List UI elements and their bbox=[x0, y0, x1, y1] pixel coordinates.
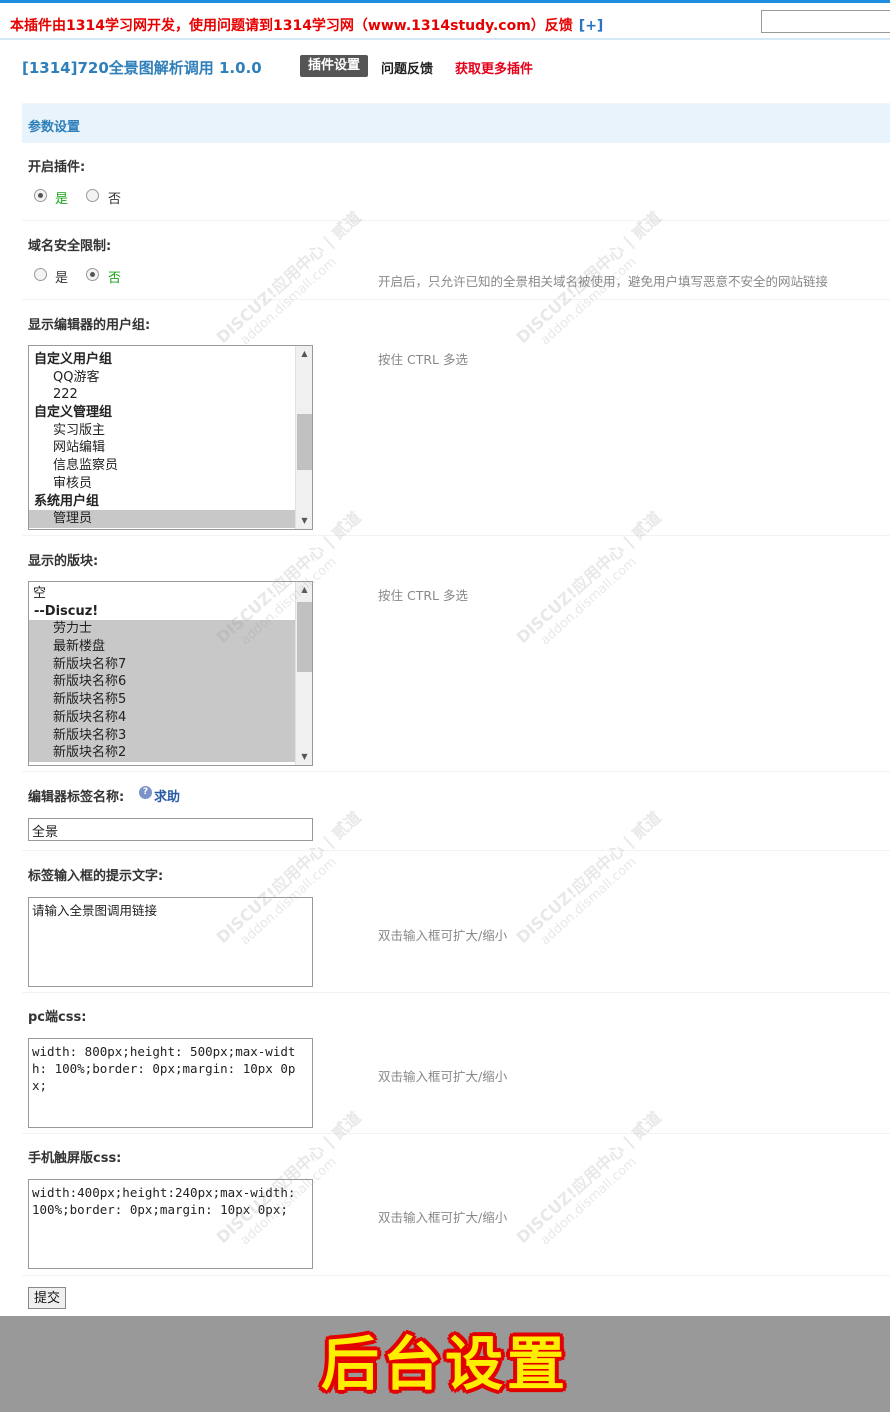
row-divider bbox=[22, 1133, 890, 1134]
domain-yes-radio[interactable] bbox=[34, 268, 47, 281]
list-group-header: 系统用户组 bbox=[34, 493, 100, 509]
row-divider bbox=[22, 992, 890, 993]
developer-notice-text: 本插件由1314学习网开发，使用问题请到1314学习网（www.1314stud… bbox=[10, 18, 573, 34]
tab-feedback[interactable]: 问题反馈 bbox=[381, 58, 433, 77]
pc-css-label: pc端css: bbox=[28, 1010, 87, 1025]
list-option-selected[interactable]: 管理员 bbox=[29, 510, 296, 528]
section-title: 参数设置 bbox=[28, 120, 81, 135]
watermark-url: addon.dismall.com bbox=[537, 854, 640, 949]
list-option-selected[interactable]: 劳力士 bbox=[29, 620, 296, 639]
enable-yes-radio[interactable] bbox=[34, 189, 47, 202]
tag-name-input[interactable]: 全景 bbox=[28, 818, 313, 841]
help-link[interactable]: 求助 bbox=[154, 786, 180, 805]
developer-notice[interactable]: 本插件由1314学习网开发，使用问题请到1314学习网（www.1314stud… bbox=[10, 15, 603, 35]
watermark-brand: DISCUZ!应用中心 | 贰道 bbox=[512, 807, 665, 948]
domain-no-label[interactable]: 否 bbox=[108, 267, 121, 286]
groups-hint: 按住 CTRL 多选 bbox=[378, 352, 468, 367]
row-divider bbox=[22, 771, 890, 772]
footer-banner: 后台设置 bbox=[0, 1316, 890, 1412]
watermark: DISCUZ!应用中心 | 贰道 addon.dismall.com bbox=[210, 205, 375, 359]
list-option[interactable]: 信息监察员 bbox=[29, 457, 296, 475]
domain-limit-hint: 开启后，只允许已知的全景相关域名被使用，避免用户填写恶意不安全的网站链接 bbox=[378, 274, 829, 289]
list-option[interactable]: 网站编辑 bbox=[29, 439, 296, 457]
tag-placeholder-label: 标签输入框的提示文字: bbox=[28, 869, 164, 884]
forums-label: 显示的版块: bbox=[28, 554, 99, 569]
list-option-selected[interactable]: 新版块名称4 bbox=[29, 708, 296, 727]
tab-more-plugins[interactable]: 获取更多插件 bbox=[455, 58, 533, 77]
list-option-selected[interactable]: 新版块名称3 bbox=[29, 726, 296, 745]
list-option-selected[interactable]: 新版块名称7 bbox=[29, 655, 296, 674]
mobile-css-label: 手机触屏版css: bbox=[28, 1151, 122, 1166]
watermark-brand: DISCUZ!应用中心 | 贰道 bbox=[512, 507, 665, 648]
scroll-thumb[interactable] bbox=[297, 414, 312, 470]
plugin-title: [1314]720全景图解析调用 1.0.0 bbox=[22, 59, 262, 77]
watermark: DISCUZ!应用中心 | 贰道 addon.dismall.com bbox=[510, 805, 675, 959]
top-search-input[interactable] bbox=[761, 10, 890, 33]
tag-placeholder-hint: 双击输入框可扩大/缩小 bbox=[378, 928, 508, 943]
section-header: 参数设置 bbox=[22, 103, 890, 143]
list-option-selected[interactable]: 新版块名称6 bbox=[29, 673, 296, 692]
scroll-thumb[interactable] bbox=[297, 602, 312, 672]
listbox-scrollbar[interactable]: ▲ ▼ bbox=[295, 346, 312, 529]
scroll-down-arrow-icon[interactable]: ▼ bbox=[296, 750, 312, 764]
list-option[interactable]: 实习版主 bbox=[29, 422, 296, 440]
enable-yes-label[interactable]: 是 bbox=[55, 188, 68, 207]
list-option[interactable]: 审核员 bbox=[29, 475, 296, 493]
row-divider bbox=[22, 850, 890, 851]
forums-hint: 按住 CTRL 多选 bbox=[378, 588, 468, 603]
mobile-css-textarea[interactable]: width:400px;height:240px;max-width: 100%… bbox=[28, 1179, 313, 1269]
tab-plugin-settings[interactable]: 插件设置 bbox=[300, 55, 369, 77]
pc-css-textarea[interactable]: width: 800px;height: 500px;max-width: 10… bbox=[28, 1038, 313, 1128]
domain-yes-label[interactable]: 是 bbox=[55, 267, 68, 286]
watermark-brand: DISCUZ!应用中心 | 贰道 bbox=[512, 1107, 665, 1248]
list-option[interactable]: QQ游客 bbox=[29, 369, 296, 387]
watermark: DISCUZ!应用中心 | 贰道 addon.dismall.com bbox=[510, 505, 675, 659]
editor-groups-label: 显示编辑器的用户组: bbox=[28, 318, 151, 333]
domain-no-radio[interactable] bbox=[86, 268, 99, 281]
scroll-up-arrow-icon[interactable]: ▲ bbox=[296, 583, 312, 597]
scroll-down-arrow-icon[interactable]: ▼ bbox=[296, 514, 312, 528]
list-group-header: 自定义用户组 bbox=[34, 352, 113, 367]
list-option-selected[interactable]: 新版块名称5 bbox=[29, 691, 296, 709]
list-option-selected[interactable]: 新版块名称2 bbox=[29, 744, 296, 762]
footer-caption: 后台设置 bbox=[320, 1330, 569, 1398]
list-group-header: 自定义管理组 bbox=[34, 405, 113, 421]
watermark-url: addon.dismall.com bbox=[537, 554, 640, 649]
domain-limit-label: 域名安全限制: bbox=[28, 239, 112, 254]
scroll-up-arrow-icon[interactable]: ▲ bbox=[296, 347, 312, 361]
forums-listbox[interactable]: 空 --Discuz! 劳力士 最新楼盘 新版块名称7 新版块名称6 新版块名称… bbox=[28, 581, 313, 766]
list-group-header: --Discuz! bbox=[34, 603, 99, 619]
list-option[interactable]: 222 bbox=[29, 386, 296, 404]
watermark-url: addon.dismall.com bbox=[237, 254, 340, 349]
watermark: DISCUZ!应用中心 | 贰道 addon.dismall.com bbox=[510, 1105, 675, 1259]
expand-link[interactable]: [+] bbox=[579, 18, 604, 34]
list-option-selected[interactable]: 最新楼盘 bbox=[29, 638, 296, 656]
pc-css-hint: 双击输入框可扩大/缩小 bbox=[378, 1069, 508, 1084]
top-notice-bar: 本插件由1314学习网开发，使用问题请到1314学习网（www.1314stud… bbox=[0, 0, 890, 40]
listbox-scrollbar[interactable]: ▲ ▼ bbox=[295, 582, 312, 765]
submit-button[interactable]: 提交 bbox=[28, 1287, 67, 1309]
row-divider bbox=[22, 220, 890, 221]
row-divider bbox=[22, 299, 890, 300]
row-divider bbox=[22, 535, 890, 536]
watermark-url: addon.dismall.com bbox=[537, 1154, 640, 1249]
help-icon[interactable]: ? bbox=[139, 786, 152, 799]
list-option[interactable]: 空 bbox=[29, 585, 296, 603]
user-groups-listbox[interactable]: 自定义用户组 QQ游客 222 自定义管理组 实习版主 网站编辑 信息监察员 审… bbox=[28, 345, 313, 530]
tag-placeholder-textarea[interactable]: 请输入全景图调用链接 bbox=[28, 897, 313, 987]
row-divider bbox=[22, 1275, 890, 1276]
enable-no-radio[interactable] bbox=[86, 189, 99, 202]
mobile-css-hint: 双击输入框可扩大/缩小 bbox=[378, 1210, 508, 1225]
tag-name-label: 编辑器标签名称: bbox=[28, 790, 125, 805]
enable-no-label[interactable]: 否 bbox=[108, 188, 121, 207]
enable-plugin-label: 开启插件: bbox=[28, 160, 86, 175]
watermark-brand: DISCUZ!应用中心 | 贰道 bbox=[212, 207, 365, 348]
